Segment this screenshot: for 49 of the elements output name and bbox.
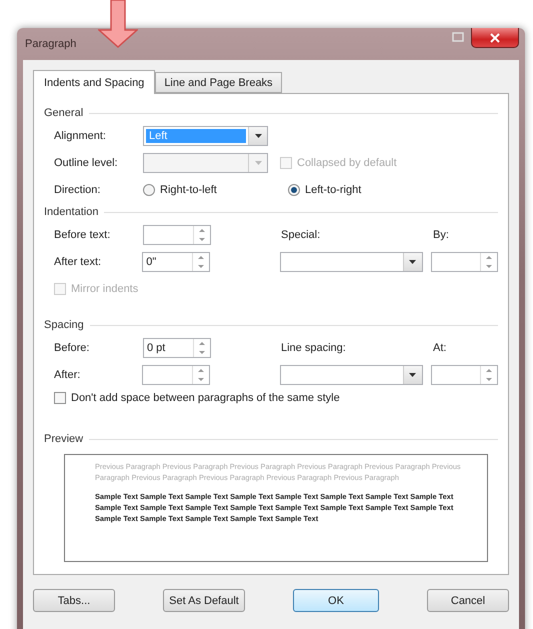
dropdown-caret-icon xyxy=(409,372,416,376)
dropdown-value: Left xyxy=(146,128,246,142)
dropdown-field[interactable] xyxy=(280,364,423,384)
window-title: Paragraph xyxy=(24,38,76,50)
window-icon xyxy=(451,31,465,43)
dropdown-caret-icon xyxy=(409,260,416,264)
spin-field[interactable] xyxy=(430,252,498,272)
field-label: Before: xyxy=(54,342,90,354)
radio-label: Right-to-left xyxy=(160,184,217,196)
radio-button[interactable] xyxy=(143,184,155,196)
tab[interactable]: Line and Page Breaks xyxy=(155,72,282,93)
section-title: Indentation xyxy=(44,206,98,218)
field-label: After: xyxy=(54,368,82,380)
dialog-button[interactable]: Set As Default xyxy=(163,589,245,612)
checkbox-label: Mirror indents xyxy=(71,282,138,294)
section-title: General xyxy=(44,107,84,119)
field-label: Direction: xyxy=(54,184,102,196)
spin-field[interactable] xyxy=(142,364,210,384)
spin-field[interactable]: 0 pt xyxy=(143,338,211,358)
field-value: 0 pt xyxy=(147,342,166,354)
dropdown-caret-icon xyxy=(254,160,262,164)
field-label: Line spacing: xyxy=(281,342,347,354)
dialog-button[interactable]: Tabs... xyxy=(33,589,115,612)
spin-field[interactable]: 0" xyxy=(142,252,210,272)
field-value: 0" xyxy=(146,256,156,268)
field-label: After text: xyxy=(54,256,102,268)
spin-field[interactable] xyxy=(143,224,211,244)
checkbox[interactable] xyxy=(54,392,66,404)
close-icon xyxy=(490,32,500,42)
radio-button[interactable] xyxy=(288,184,300,196)
field-label: At: xyxy=(433,342,446,354)
section-title: Spacing xyxy=(44,319,84,331)
field-label: Alignment: xyxy=(54,130,107,142)
field-label: Outline level: xyxy=(54,156,119,168)
dropdown-field[interactable] xyxy=(280,252,423,272)
dropdown-caret-icon xyxy=(254,134,262,138)
close-button[interactable] xyxy=(471,28,519,48)
field-label: By: xyxy=(433,228,449,240)
dialog-button[interactable]: OK xyxy=(293,589,379,612)
down-arrow-icon xyxy=(98,0,138,48)
dialog-button[interactable]: Cancel xyxy=(427,589,509,612)
checkbox-label: Collapsed by default xyxy=(297,156,397,168)
field-label: Before text: xyxy=(54,228,112,240)
spin-field[interactable] xyxy=(430,364,498,384)
checkbox-label: Don't add space between paragraphs of the same style xyxy=(71,392,340,404)
tab[interactable]: Indents and Spacing xyxy=(33,70,156,94)
field-label: Special: xyxy=(281,228,322,240)
section-title: Preview xyxy=(44,433,84,445)
radio-label: Left-to-right xyxy=(305,184,362,196)
